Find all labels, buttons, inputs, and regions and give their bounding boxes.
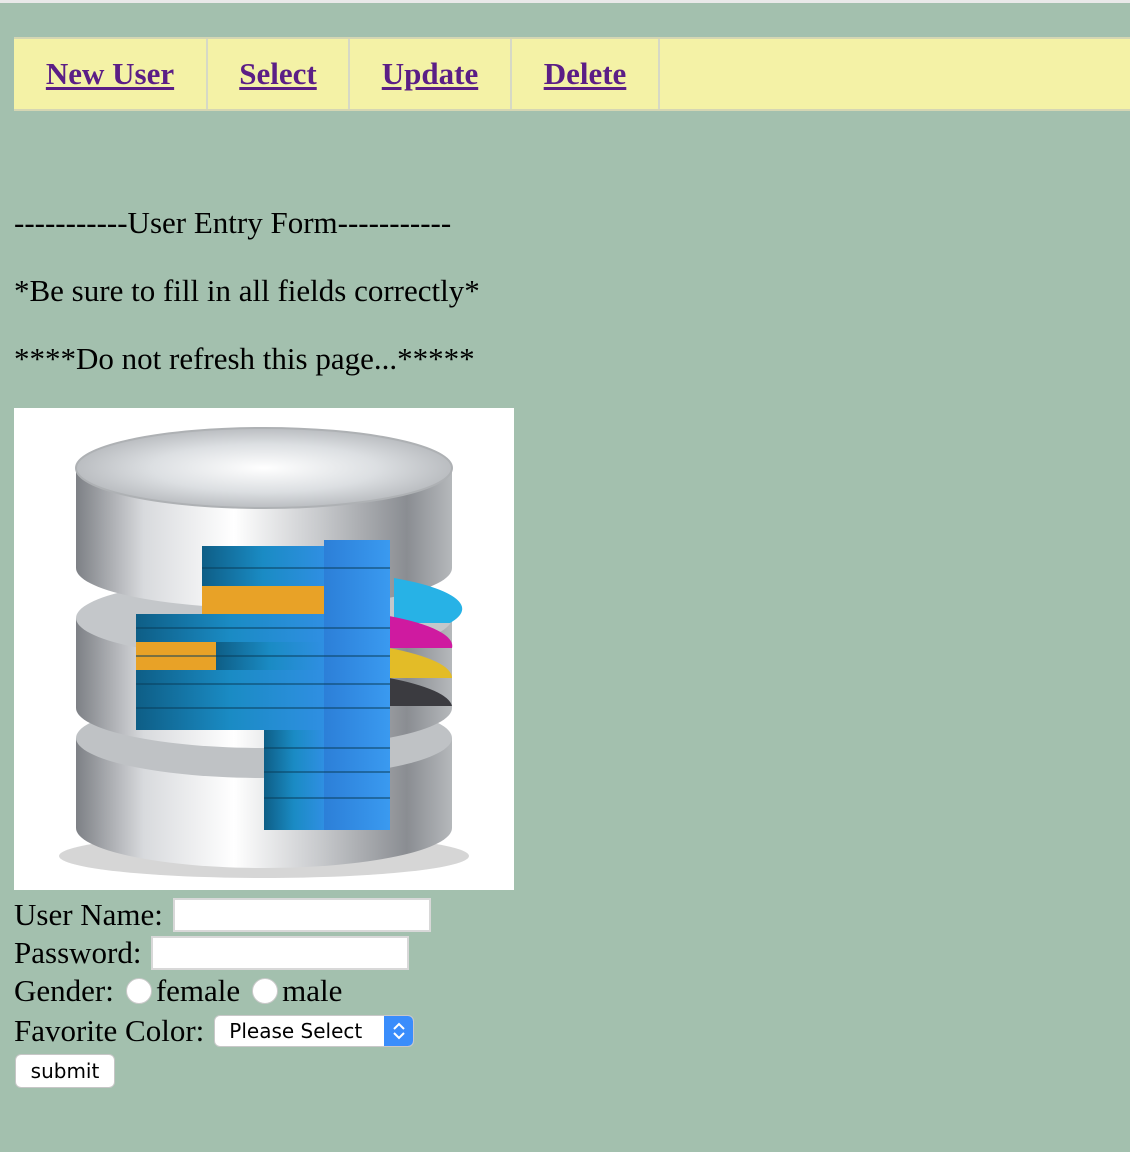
- nav-link-new-user[interactable]: New User: [46, 56, 174, 92]
- username-input[interactable]: [172, 898, 431, 932]
- form-title: -----------User Entry Form-----------: [14, 205, 452, 240]
- database-icon: [59, 427, 469, 878]
- gender-radio-female[interactable]: [125, 978, 152, 1004]
- database-image: [14, 408, 514, 890]
- nav-cell-new-user: New User: [14, 39, 208, 109]
- select-arrows-icon: [384, 1016, 414, 1046]
- password-input[interactable]: [151, 936, 410, 970]
- password-label: Password:: [14, 935, 142, 970]
- instruction-no-refresh: ****Do not refresh this page...*****: [14, 341, 475, 376]
- favorite-color-label: Favorite Color:: [14, 1013, 205, 1048]
- password-row: Password:: [14, 935, 410, 971]
- instruction-fill-fields: *Be sure to fill in all fields correctly…: [14, 273, 480, 308]
- nav-cell-delete: Delete: [512, 39, 660, 109]
- favorite-color-value: Please Select: [229, 1019, 363, 1043]
- username-row: User Name:: [14, 897, 431, 933]
- nav-cell-select: Select: [208, 39, 350, 109]
- gender-option-female: female: [155, 973, 241, 1008]
- gender-option-male: male: [282, 973, 343, 1008]
- gender-radio-male[interactable]: [252, 978, 279, 1004]
- favorite-color-select[interactable]: Please Select: [214, 1015, 415, 1047]
- color-row: Favorite Color: Please Select: [14, 1013, 415, 1049]
- nav-cell-update: Update: [350, 39, 512, 109]
- nav-link-update[interactable]: Update: [382, 56, 478, 92]
- gender-label: Gender:: [14, 973, 114, 1008]
- gender-row: Gender: female male: [14, 973, 342, 1009]
- nav-link-delete[interactable]: Delete: [544, 56, 627, 92]
- username-label: User Name:: [14, 897, 163, 932]
- nav-bar: New User Select Update Delete: [14, 37, 1130, 111]
- submit-button[interactable]: submit: [15, 1054, 115, 1088]
- nav-link-select[interactable]: Select: [239, 56, 316, 92]
